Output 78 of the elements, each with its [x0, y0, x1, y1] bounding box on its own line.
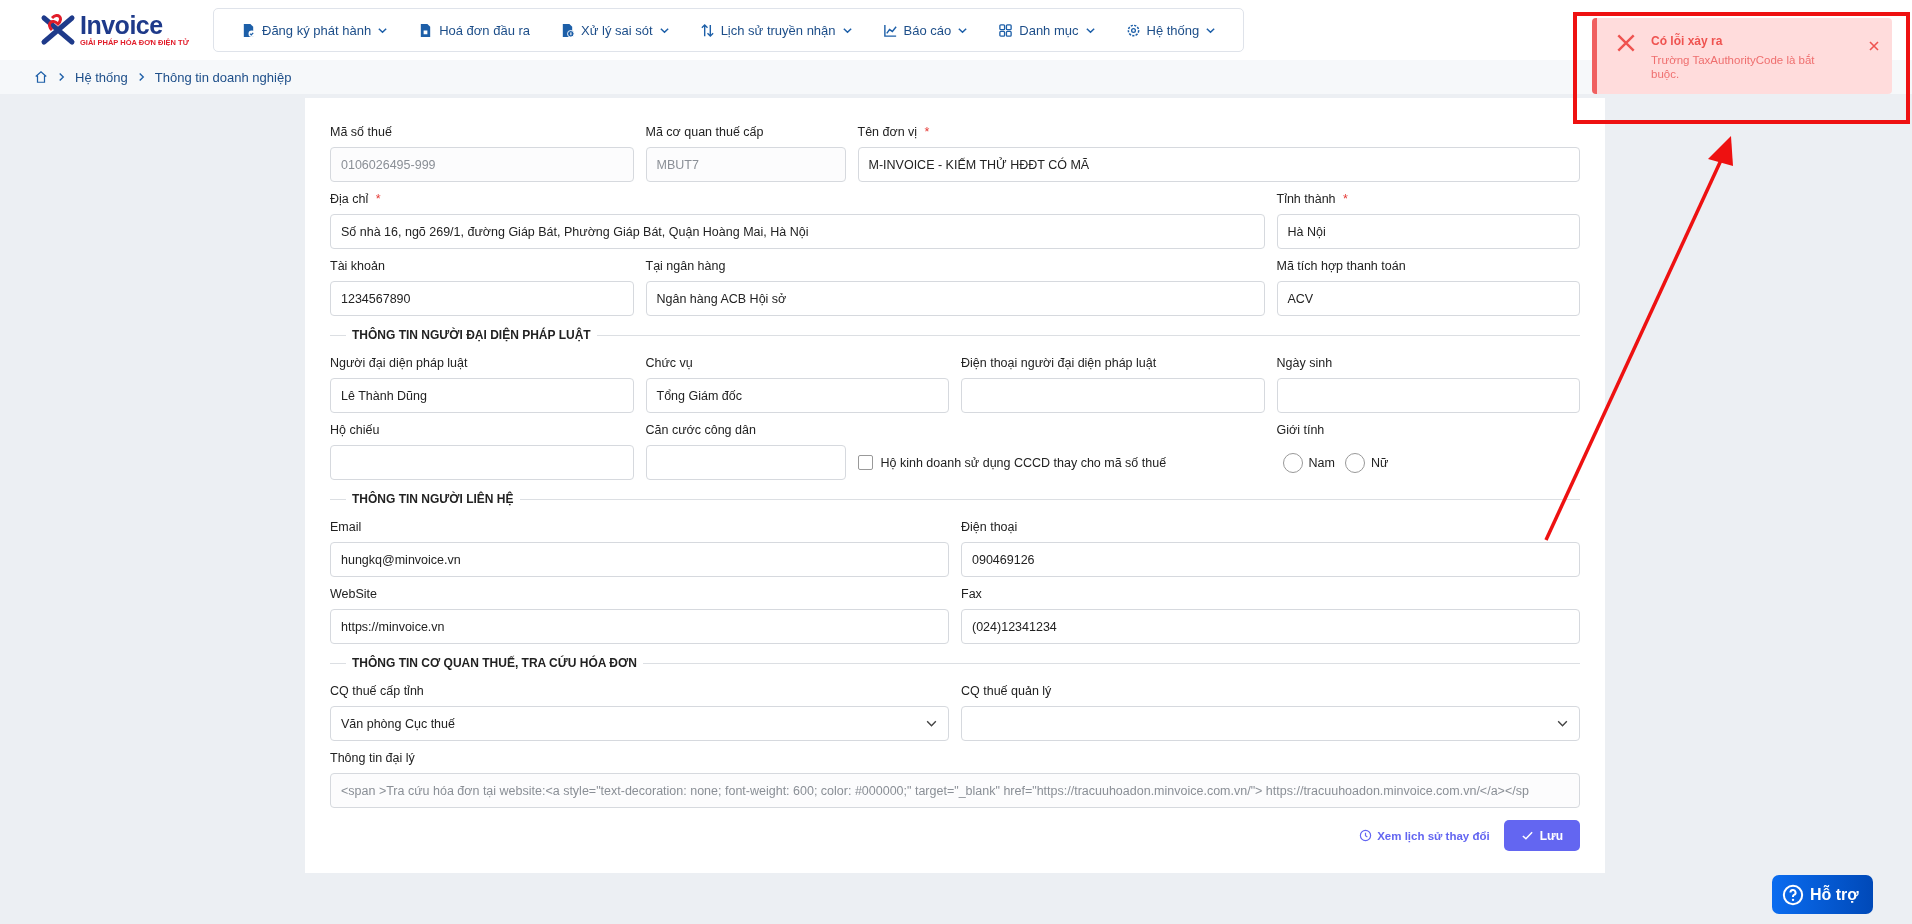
field-label: Căn cước công dân	[645, 423, 756, 437]
clock-icon	[1359, 829, 1373, 842]
input-field[interactable]: Số nhà 16, ngõ 269/1, đường Giáp Bát, Phường Giáp Bát, Quận Hoàng Mai, Hà Nội	[330, 214, 1265, 249]
menu-item[interactable]: Hệ thống	[1112, 10, 1230, 50]
field-label: Mã tích hợp thanh toán	[1276, 259, 1406, 273]
required-mark: *	[375, 192, 381, 206]
up-down-arrows-icon	[699, 22, 715, 38]
field-label: Điện thoại người đại diện pháp luật	[961, 356, 1157, 370]
radio-label: Nữ	[1370, 455, 1389, 470]
toast-message: Trường TaxAuthorityCode là bắt buộc.	[1651, 54, 1816, 82]
input-field[interactable]	[330, 445, 634, 480]
input-field[interactable]: https://minvoice.vn	[330, 609, 949, 644]
required-mark: *	[924, 125, 930, 139]
field-label: Giới tính	[1276, 423, 1325, 437]
field-label: CQ thuế quản lý	[961, 684, 1052, 698]
error-x-icon	[1615, 32, 1637, 54]
menu-item[interactable]: Đăng ký phát hành	[228, 10, 402, 50]
field-label: Fax	[961, 587, 982, 601]
input-field[interactable]: (024)12341234	[961, 609, 1580, 644]
field-label: Điện thoại	[961, 520, 1018, 534]
menu-item[interactable]: Danh mục	[985, 10, 1109, 50]
input-field[interactable]: 1234567890	[330, 281, 634, 316]
gear-icon	[1125, 22, 1141, 38]
field-label: Mã số thuế	[330, 125, 392, 139]
help-button[interactable]: Hỗ trợ	[1772, 875, 1873, 914]
input-field[interactable]: Tổng Giám đốc	[645, 378, 949, 413]
input-field[interactable]	[961, 378, 1265, 413]
input-field[interactable]: Hà Nội	[1276, 214, 1580, 249]
select-field[interactable]	[961, 706, 1580, 741]
field-label: WebSite	[330, 587, 377, 601]
select-field[interactable]: Văn phòng Cục thuế	[330, 706, 949, 741]
breadcrumb-link[interactable]: Hệ thống	[75, 69, 128, 85]
breadcrumb-link[interactable]: Thông tin doanh nghiệp	[154, 69, 292, 85]
section-heading: THÔNG TIN CƠ QUAN THUẾ, TRA CỨU HÓA ĐƠN	[352, 656, 637, 670]
file-check-icon	[241, 22, 256, 38]
checkbox-label: Hộ kinh doanh sử dụng CCCD thay cho mã số thuế	[880, 455, 1167, 470]
line-chart-icon	[882, 22, 898, 38]
logo-brand: Invoice	[80, 13, 163, 38]
input-field[interactable]: hungkq@minvoice.vn	[330, 542, 949, 577]
grid-icon	[998, 22, 1014, 38]
field-label: Địa chỉ	[330, 192, 369, 206]
file-info-icon	[560, 22, 576, 38]
input-field[interactable]	[1276, 378, 1580, 413]
field-label: Chức vụ	[645, 356, 693, 370]
close-icon[interactable]	[1868, 40, 1880, 52]
field-label: Người đại diện pháp luật	[330, 356, 468, 370]
field-label: Tỉnh thành	[1276, 192, 1336, 206]
field-label: CQ thuế cấp tỉnh	[330, 684, 424, 698]
input-field[interactable]: 090469126	[961, 542, 1580, 577]
menu-item[interactable]: Xử lý sai sót	[547, 10, 683, 50]
field-label: Thông tin đại lý	[330, 751, 415, 765]
field-label: Hộ chiếu	[330, 423, 380, 437]
field-label: Ngày sinh	[1276, 356, 1333, 370]
save-button[interactable]: Lưu	[1503, 820, 1580, 851]
field-label: Email	[330, 520, 362, 534]
chevron-right-icon	[57, 71, 66, 83]
history-link[interactable]: Xem lịch sử thay đổi	[1359, 829, 1490, 842]
menu-item[interactable]: Hoá đơn đầu ra	[405, 10, 544, 50]
checkbox[interactable]	[857, 455, 873, 470]
section-heading: THÔNG TIN NGƯỜI ĐẠI DIỆN PHÁP LUẬT	[352, 328, 591, 342]
field-label: Tài khoản	[330, 259, 385, 273]
field-label: Mã cơ quan thuế cấp	[645, 125, 764, 139]
menu-item[interactable]: Báo cáo	[869, 10, 982, 50]
input-field[interactable]: Lê Thành Dũng	[330, 378, 634, 413]
field-label: Tại ngân hàng	[645, 259, 726, 273]
check-icon	[1520, 829, 1534, 842]
field-label: Tên đơn vị	[857, 125, 918, 139]
input-field[interactable]: M-INVOICE - KIẾM THỬ HĐĐT CÓ MÃ	[857, 147, 1580, 182]
toast-title: Có lỗi xảy ra	[1651, 34, 1724, 48]
help-icon	[1782, 883, 1804, 906]
menu-item[interactable]: Lịch sử truyền nhận	[686, 10, 866, 50]
home-icon[interactable]	[34, 70, 48, 84]
input-field[interactable]	[645, 445, 846, 480]
radio-label: Nam	[1308, 455, 1335, 470]
required-mark: *	[1343, 192, 1348, 206]
input-field[interactable]: ACV	[1276, 281, 1580, 316]
section-heading: THÔNG TIN NGƯỜI LIÊN HỆ	[352, 492, 514, 506]
input-field[interactable]: Ngân hàng ACB Hội sở	[645, 281, 1265, 316]
